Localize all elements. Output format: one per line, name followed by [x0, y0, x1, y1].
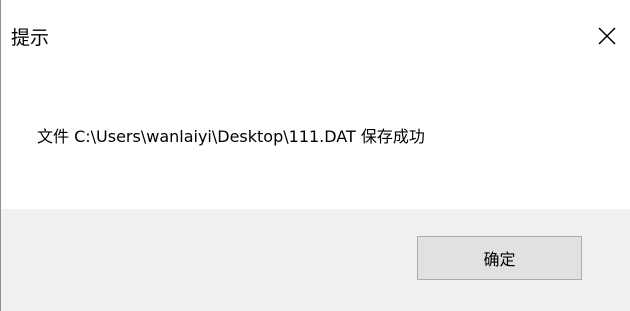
dialog-footer: 确定 [1, 209, 630, 311]
close-icon [597, 26, 617, 50]
title-bar: 提示 [1, 0, 630, 80]
close-button[interactable] [584, 8, 630, 68]
ok-button[interactable]: 确定 [417, 236, 582, 280]
message-dialog: 提示 文件 C:\Users\wanlaiyi\Desktop\111.DAT … [0, 0, 630, 311]
dialog-message: 文件 C:\Users\wanlaiyi\Desktop\111.DAT 保存成… [37, 127, 425, 146]
dialog-title: 提示 [11, 27, 50, 49]
dialog-content: 文件 C:\Users\wanlaiyi\Desktop\111.DAT 保存成… [1, 80, 630, 209]
